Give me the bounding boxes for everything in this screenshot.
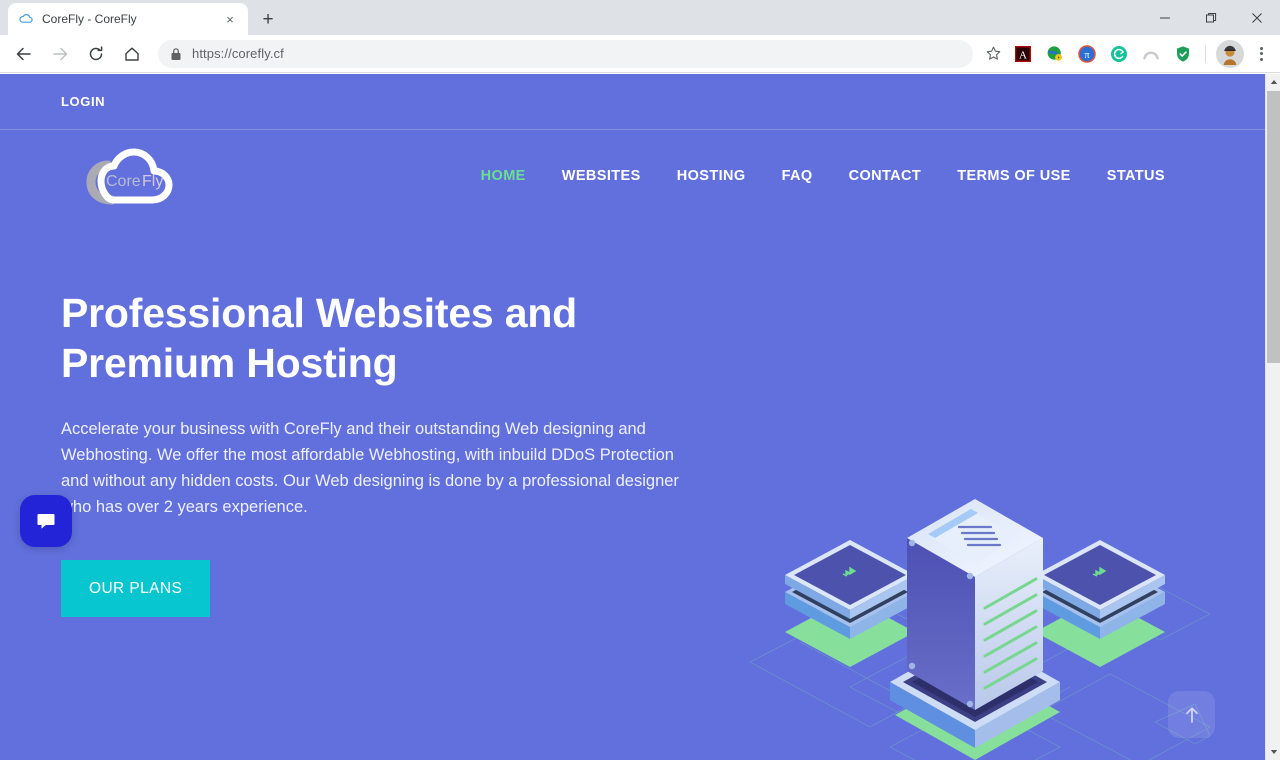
nav-item-status[interactable]: STATUS — [1089, 162, 1183, 190]
svg-text:A: A — [1019, 49, 1027, 61]
hero-section: Professional Websites and Premium Hosting… — [0, 222, 1265, 760]
grammarly-icon[interactable] — [1106, 41, 1132, 67]
nav-item-contact[interactable]: CONTACT — [831, 162, 940, 190]
back-to-top-button[interactable] — [1168, 691, 1215, 738]
adobe-acrobat-icon[interactable]: A — [1010, 41, 1036, 67]
top-utility-bar: LOGIN — [0, 74, 1265, 130]
nav-item-faq[interactable]: FAQ — [764, 162, 831, 190]
website-page: LOGIN Core Fly HOME WEBSITES HOSTING FAQ… — [0, 74, 1265, 760]
chat-widget-button[interactable] — [20, 495, 72, 547]
toolbar-divider — [1205, 44, 1206, 63]
page-viewport: LOGIN Core Fly HOME WEBSITES HOSTING FAQ… — [0, 74, 1280, 760]
home-icon[interactable] — [117, 39, 147, 69]
forward-arrow-icon — [45, 39, 75, 69]
star-icon[interactable] — [979, 40, 1007, 68]
globe-search-icon[interactable] — [1042, 41, 1068, 67]
pi-icon[interactable]: π — [1074, 41, 1100, 67]
address-bar[interactable]: https://corefly.cf — [158, 39, 973, 68]
hero-paragraph: Accelerate your business with CoreFly an… — [61, 420, 679, 517]
scrollbar-thumb[interactable] — [1267, 91, 1280, 363]
tab-close-icon[interactable]: × — [222, 11, 238, 27]
site-header: Core Fly HOME WEBSITES HOSTING FAQ CONTA… — [0, 130, 1265, 222]
nav-item-hosting[interactable]: HOSTING — [659, 162, 764, 190]
nav-item-home[interactable]: HOME — [463, 162, 544, 190]
login-link[interactable]: LOGIN — [61, 94, 105, 109]
window-controls — [1142, 0, 1280, 35]
back-arrow-icon[interactable] — [9, 39, 39, 69]
page-title: Professional Websites and Premium Hosting — [61, 288, 701, 388]
browser-titlebar: CoreFly - CoreFly × + — [0, 0, 1280, 35]
scroll-up-icon[interactable] — [1266, 74, 1280, 90]
hero-heading-line-1: Professional Websites and — [61, 290, 578, 336]
kebab-menu-icon[interactable] — [1248, 40, 1274, 68]
isometric-server-rack-illustration — [740, 472, 1211, 760]
page-scrollbar[interactable] — [1265, 74, 1280, 760]
minimize-icon[interactable] — [1142, 0, 1188, 35]
our-plans-button[interactable]: OUR PLANS — [61, 560, 211, 618]
nav-item-terms-of-use[interactable]: TERMS OF USE — [939, 162, 1089, 190]
reload-icon[interactable] — [81, 39, 111, 69]
logo-text-fly: Fly — [142, 173, 163, 190]
lock-icon — [170, 47, 182, 61]
url-text: https://corefly.cf — [192, 46, 284, 61]
logo-text-core: Core — [106, 173, 141, 190]
tab-title: CoreFly - CoreFly — [42, 12, 137, 26]
arrow-up-icon — [1185, 706, 1198, 723]
site-logo[interactable]: Core Fly — [80, 140, 178, 212]
tab-strip: CoreFly - CoreFly × + — [0, 0, 282, 35]
shield-check-icon[interactable] — [1170, 41, 1196, 67]
svg-text:π: π — [1084, 50, 1089, 61]
browser-tab[interactable]: CoreFly - CoreFly × — [8, 3, 248, 35]
main-navigation: HOME WEBSITES HOSTING FAQ CONTACT TERMS … — [463, 162, 1204, 190]
close-icon[interactable] — [1234, 0, 1280, 35]
cloud-icon — [18, 11, 34, 27]
new-tab-button[interactable]: + — [254, 5, 282, 33]
extensions-row: A π — [1007, 39, 1274, 68]
chat-bubble-icon — [37, 514, 55, 529]
maximize-icon[interactable] — [1188, 0, 1234, 35]
cloud-logo-icon: Core Fly — [86, 148, 173, 205]
nav-item-websites[interactable]: WEBSITES — [544, 162, 659, 190]
hero-heading-line-2: Premium Hosting — [61, 340, 398, 387]
browser-window: CoreFly - CoreFly × + https://corefly.cf… — [0, 0, 1280, 760]
scroll-down-icon[interactable] — [1266, 744, 1280, 760]
browser-toolbar: https://corefly.cf A π — [0, 35, 1280, 73]
avatar-icon[interactable] — [1216, 39, 1244, 68]
arc-icon[interactable] — [1138, 41, 1164, 67]
